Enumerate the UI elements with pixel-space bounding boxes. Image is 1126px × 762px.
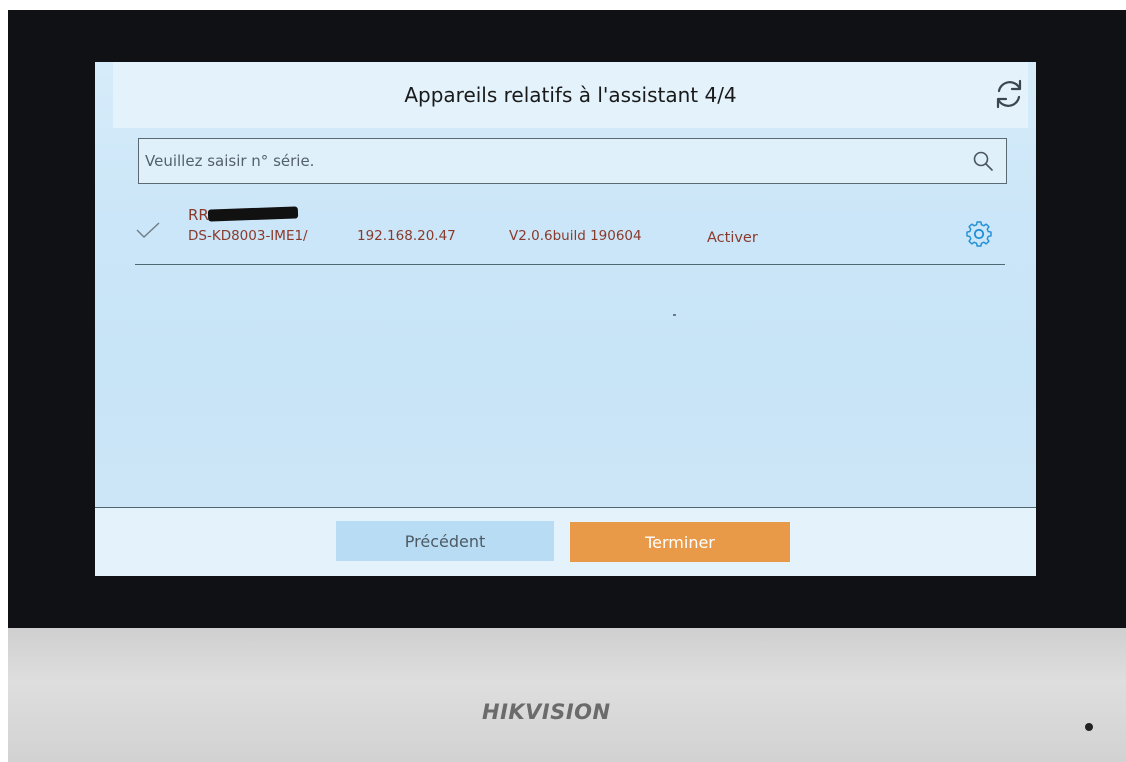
- device-version: V2.0.6build 190604: [509, 228, 642, 244]
- gear-icon[interactable]: [964, 219, 994, 249]
- device-model: DS-KD8003-IME1/: [188, 228, 308, 244]
- redaction-mark: [207, 206, 299, 222]
- device-frame-bottom: [8, 628, 1126, 762]
- sensor-dot: [1085, 723, 1093, 731]
- footer-bar: Précédent Terminer: [95, 508, 1036, 576]
- refresh-icon[interactable]: [991, 76, 1027, 112]
- title-bar: Appareils relatifs à l'assistant 4/4: [113, 62, 1028, 128]
- device-ip: 192.168.20.47: [357, 228, 456, 244]
- screen-speck: [673, 314, 676, 316]
- search-field: [138, 138, 1007, 184]
- brand-logo: HIKVISION: [482, 700, 611, 724]
- finish-button[interactable]: Terminer: [570, 522, 790, 562]
- search-icon[interactable]: [972, 150, 994, 172]
- device-row[interactable]: RR DS-KD8003-IME1/ 192.168.20.47 V2.0.6b…: [135, 202, 1005, 265]
- previous-button[interactable]: Précédent: [336, 521, 554, 561]
- search-input[interactable]: [139, 139, 949, 183]
- page-title: Appareils relatifs à l'assistant 4/4: [404, 83, 737, 107]
- device-name: RR: [188, 206, 209, 224]
- device-status[interactable]: Activer: [707, 230, 758, 246]
- screen: Appareils relatifs à l'assistant 4/4 RR …: [95, 62, 1036, 576]
- check-icon[interactable]: [135, 220, 161, 240]
